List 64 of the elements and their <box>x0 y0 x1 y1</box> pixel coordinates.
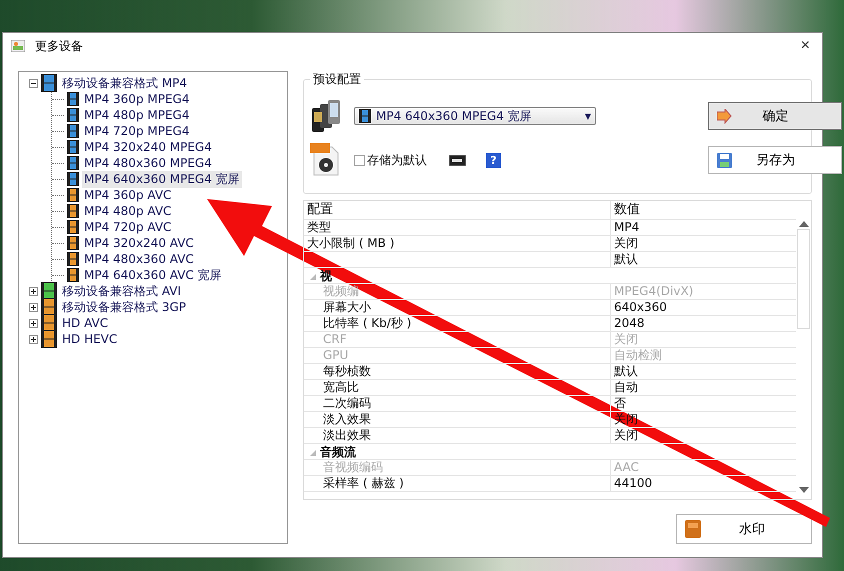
column-header[interactable]: 配置 <box>304 201 610 219</box>
property-name: 采样率 ( 赫兹 ) <box>322 476 405 491</box>
expand-toggle-icon[interactable] <box>29 78 38 88</box>
app-icon <box>11 40 25 52</box>
watermark-button[interactable]: 水印 <box>676 514 812 544</box>
property-name: 淡出效果 <box>322 428 372 443</box>
property-name: CRF <box>322 332 348 347</box>
film-icon <box>359 109 371 123</box>
property-name: 淡入效果 <box>322 412 372 427</box>
expand-toggle-icon[interactable] <box>29 318 38 328</box>
tree-item[interactable]: MP4 360p AVC <box>82 188 174 202</box>
ok-button[interactable]: 确定 <box>708 102 842 130</box>
tree-item[interactable]: MP4 320x240 MPEG4 <box>82 140 214 154</box>
scroll-down-icon[interactable] <box>798 487 808 493</box>
tree-item[interactable]: MP4 480p AVC <box>82 204 174 218</box>
property-name: 视频编 <box>322 284 360 299</box>
property-name: 比特率 ( Kb/秒 ) <box>322 316 412 331</box>
category-label: 音频流 <box>320 444 356 461</box>
expand-toggle-icon[interactable] <box>29 286 38 296</box>
property-value[interactable]: 默认 <box>610 252 796 267</box>
tree-group-item[interactable]: 移动设备兼容格式 3GP <box>60 298 188 316</box>
package-icon <box>685 520 701 538</box>
property-name: 屏幕大小 <box>322 300 372 315</box>
tree-item[interactable]: MP4 640x360 AVC 宽屏 <box>82 266 224 284</box>
save-as-button[interactable]: 另存为 <box>708 146 842 174</box>
property-name: 宽高比 <box>322 380 360 395</box>
phones-icon <box>310 100 342 132</box>
tree-item[interactable]: MP4 360p MPEG4 <box>82 92 192 106</box>
tree-item[interactable]: MP4 720p MPEG4 <box>82 124 192 138</box>
tree-item[interactable]: MP4 480p MPEG4 <box>82 108 192 122</box>
column-header[interactable]: 数值 <box>610 201 796 219</box>
window-title: 更多设备 <box>35 38 84 54</box>
property-name: 音视频编码 <box>322 460 384 475</box>
tree-item[interactable]: MP4 480x360 AVC <box>82 252 196 266</box>
tree-group-item[interactable]: 移动设备兼容格式 MP4 <box>60 74 190 92</box>
preset-dropdown[interactable]: MP4 640x360 MPEG4 宽屏 ▼ <box>354 107 596 125</box>
save-default-checkbox[interactable]: 存储为默认 <box>354 152 427 168</box>
tree-group-item[interactable]: 移动设备兼容格式 AVI <box>60 282 184 300</box>
category-label: 视 <box>320 268 332 285</box>
property-name: 类型 <box>306 220 332 235</box>
tree-group-item[interactable]: HD AVC <box>60 316 110 330</box>
tree-item[interactable]: MP4 720p AVC <box>82 220 174 234</box>
property-value[interactable]: 自动 <box>610 380 796 395</box>
group-title: 预设配置 <box>310 71 364 88</box>
scroll-up-icon[interactable] <box>798 221 808 227</box>
property-value[interactable]: 默认 <box>610 364 796 379</box>
property-value[interactable]: MP4 <box>610 220 796 235</box>
terminal-icon[interactable] <box>449 154 466 166</box>
arrow-right-icon <box>717 108 732 124</box>
property-value[interactable]: 关闭 <box>610 236 796 251</box>
expand-toggle-icon[interactable] <box>29 334 38 344</box>
property-name: 大小限制 ( MB ) <box>306 236 396 251</box>
property-value[interactable]: 640x360 <box>610 300 796 315</box>
help-button[interactable]: ? <box>486 152 501 168</box>
tree-item[interactable]: MP4 640x360 MPEG4 宽屏 <box>82 170 242 188</box>
tree-group-item[interactable]: HD HEVC <box>60 332 120 346</box>
property-name: 每秒桢数 <box>322 364 372 379</box>
close-button[interactable]: × <box>796 37 814 55</box>
property-value[interactable]: 2048 <box>610 316 796 331</box>
tree-item[interactable]: MP4 320x240 AVC <box>82 236 196 250</box>
property-name: GPU <box>322 348 350 363</box>
tree-item[interactable]: MP4 480x360 MPEG4 <box>82 156 214 170</box>
expand-toggle-icon[interactable] <box>29 302 38 312</box>
property-name: 二次编码 <box>322 396 372 411</box>
